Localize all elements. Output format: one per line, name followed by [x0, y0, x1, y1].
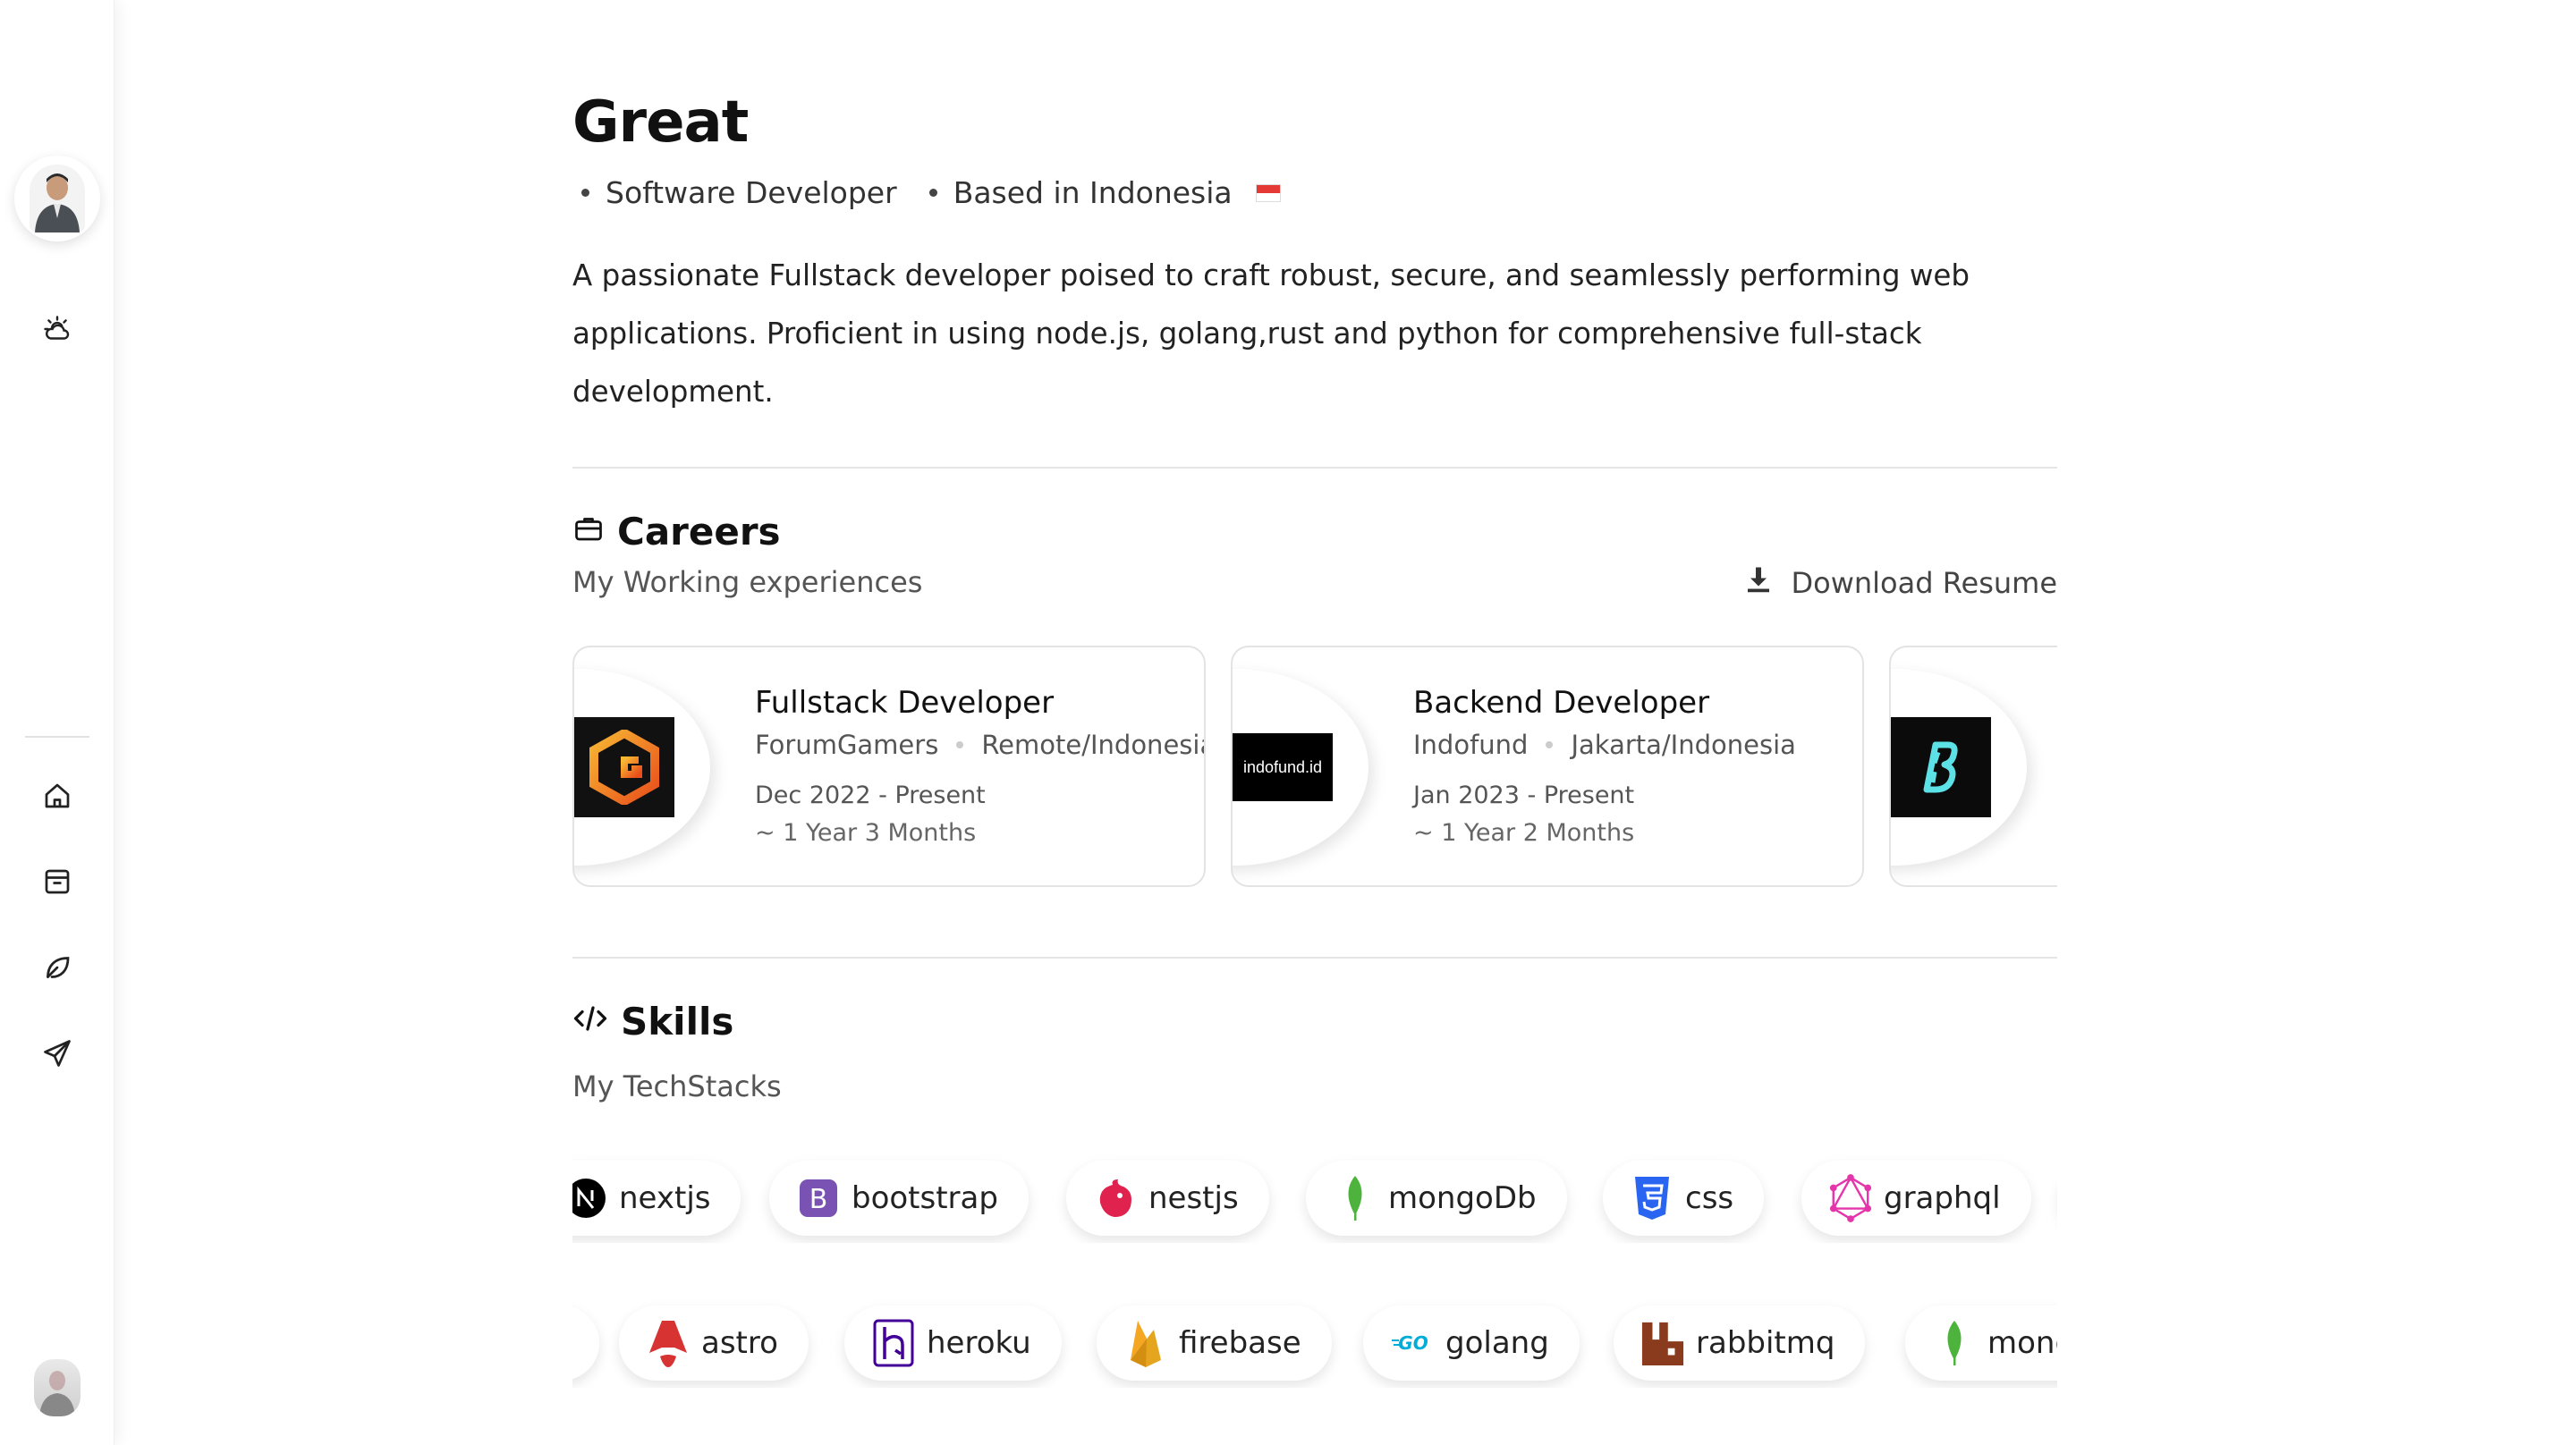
graphql-icon	[1828, 1174, 1873, 1222]
skill-label: bootstrap	[852, 1180, 998, 1216]
send-icon[interactable]	[36, 1032, 79, 1075]
skill-chip[interactable]: rabbitmq	[1614, 1306, 1866, 1381]
skill-chip[interactable]	[572, 1306, 599, 1381]
sidebar	[0, 0, 114, 1445]
skill-chip[interactable]: heroku	[844, 1306, 1062, 1381]
careers-heading: Careers	[572, 510, 781, 553]
skills-heading: Skills	[572, 1000, 733, 1044]
skill-chip[interactable]: GO golang	[1363, 1306, 1580, 1381]
indonesia-flag-icon	[1255, 183, 1281, 202]
profile-meta: Software Developer Based in Indonesia	[581, 175, 1281, 210]
career-duration: ~ 1 Year 2 Months	[1413, 819, 1635, 847]
mongodb-icon	[1333, 1176, 1377, 1221]
career-card[interactable]: Fullstack Developer ForumGamers Remote/I…	[572, 646, 1206, 887]
skill-label: rabbitmq	[1696, 1325, 1835, 1361]
career-date: Jan 2023 - Present	[1413, 782, 1635, 809]
careers-title: Careers	[617, 510, 781, 553]
golang-icon: GO	[1390, 1321, 1435, 1365]
career-company-line: ForumGamers Remote/Indonesia	[755, 730, 1206, 760]
download-resume-button[interactable]: Download Resume	[1742, 563, 2057, 603]
skill-chip[interactable]: css	[1603, 1161, 1765, 1236]
svg-text:B: B	[809, 1184, 828, 1215]
career-role: Backend Developer	[1413, 685, 1710, 721]
skill-label: css	[1685, 1180, 1734, 1216]
skill-chip[interactable]: mongoDb	[1306, 1161, 1567, 1236]
mongodb-icon	[1932, 1321, 1977, 1365]
firebase-icon	[1123, 1321, 1168, 1367]
sidebar-divider	[25, 736, 89, 738]
profile-avatar[interactable]	[14, 156, 100, 241]
skill-label: nestjs	[1148, 1180, 1239, 1216]
css-icon	[1630, 1176, 1674, 1221]
career-company-line: Indofund Jakarta/Indonesia	[1413, 730, 1796, 760]
archive-icon[interactable]	[36, 860, 79, 903]
avatar-photo	[30, 165, 85, 232]
download-resume-label: Download Resume	[1791, 566, 2057, 600]
skill-chip[interactable]: graphql	[1801, 1161, 2031, 1236]
skills-row: astro heroku firebase GO golang rabbitmq	[572, 1298, 2057, 1388]
career-location: Jakarta/Indonesia	[1571, 730, 1796, 760]
career-card[interactable]: indofund.id Backend Developer Indofund J…	[1231, 646, 1864, 887]
divider	[572, 957, 2057, 959]
user-avatar[interactable]	[34, 1359, 80, 1416]
skill-label: mongoDb	[1388, 1180, 1537, 1216]
skill-chip[interactable]: nextjs	[572, 1161, 741, 1236]
skill-label: firebase	[1179, 1325, 1301, 1361]
separator-dot	[956, 741, 964, 748]
career-company: Indofund	[1413, 730, 1529, 760]
skill-chip[interactable]: mongoDb	[1905, 1306, 2057, 1381]
career-location: Remote/Indonesia	[981, 730, 1206, 760]
skills-subtitle: My TechStacks	[572, 1069, 782, 1103]
heroku-icon	[871, 1319, 916, 1367]
company-logo	[1891, 717, 1991, 817]
indofund-logo: indofund.id	[1233, 733, 1333, 801]
career-carousel[interactable]: Fullstack Developer ForumGamers Remote/I…	[572, 646, 2057, 889]
astro-icon	[646, 1321, 691, 1367]
skill-label: astro	[701, 1325, 778, 1361]
skill-label: mongoDb	[1987, 1325, 2057, 1361]
nestjs-icon	[1093, 1176, 1138, 1221]
career-date: Dec 2022 - Present	[755, 782, 986, 809]
leaf-icon[interactable]	[36, 946, 79, 989]
briefcase-icon	[572, 510, 605, 553]
profile-bio: A passionate Fullstack developer poised …	[572, 258, 1970, 409]
career-role: Fullstack Developer	[755, 685, 1055, 721]
profile-name: Great	[572, 89, 749, 156]
careers-subtitle: My Working experiences	[572, 565, 923, 599]
meta-role: Software Developer	[581, 175, 897, 210]
skills-title: Skills	[621, 1000, 734, 1044]
bootstrap-icon: B	[796, 1176, 841, 1221]
divider	[572, 467, 2057, 469]
indofund-logo-text: indofund.id	[1242, 757, 1323, 776]
skill-label: golang	[1445, 1325, 1549, 1361]
meta-location: Based in Indonesia	[928, 175, 1281, 210]
skills-row: nextjs B bootstrap nestjs mongoDb css gr…	[572, 1153, 2057, 1243]
skill-label: graphql	[1884, 1180, 2001, 1216]
skill-chip[interactable]: B bootstrap	[769, 1161, 1029, 1236]
bullet-icon	[581, 189, 589, 197]
svg-text:GO: GO	[1398, 1332, 1428, 1354]
role-text: Software Developer	[606, 175, 897, 210]
skill-label: nextjs	[619, 1180, 711, 1216]
location-text: Based in Indonesia	[953, 175, 1233, 210]
download-icon	[1742, 563, 1775, 603]
nextjs-icon	[572, 1176, 608, 1221]
code-icon	[572, 1000, 608, 1044]
skill-chip[interactable]: astro	[619, 1306, 809, 1381]
rabbitmq-icon	[1640, 1321, 1685, 1365]
weather-icon[interactable]	[36, 308, 79, 351]
career-card[interactable]	[1889, 646, 2057, 887]
separator-dot	[1546, 741, 1554, 748]
career-company: ForumGamers	[755, 730, 939, 760]
skill-label: heroku	[927, 1325, 1031, 1361]
skill-chip[interactable]: firebase	[1097, 1306, 1332, 1381]
bullet-icon	[928, 189, 937, 197]
career-duration: ~ 1 Year 3 Months	[755, 819, 977, 847]
skill-chip[interactable]: nestjs	[1066, 1161, 1269, 1236]
forumgamers-logo	[574, 717, 674, 817]
home-icon[interactable]	[36, 774, 79, 817]
